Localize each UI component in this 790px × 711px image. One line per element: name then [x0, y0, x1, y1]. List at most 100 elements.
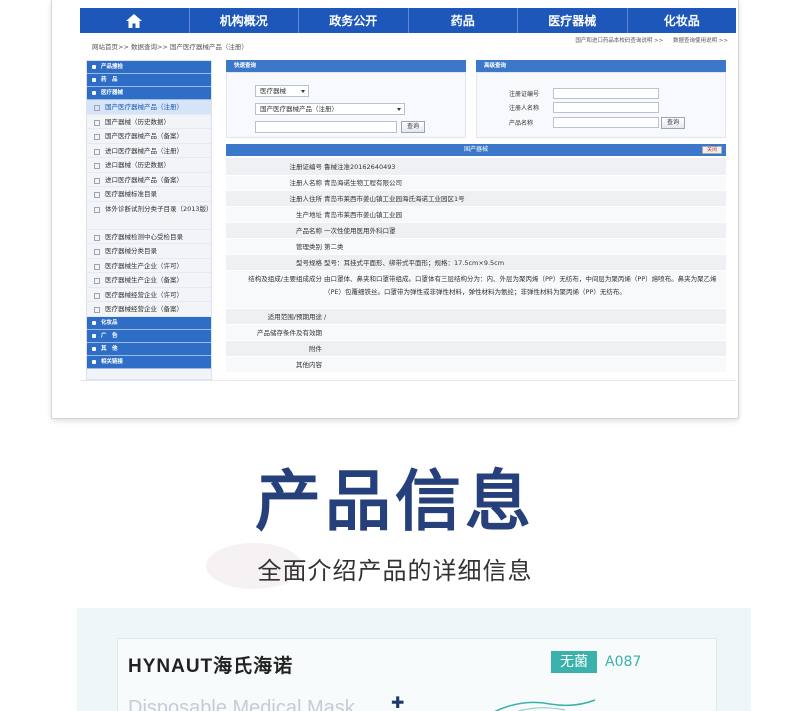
- table-row: 适用范围/预期用途 /: [226, 309, 726, 325]
- sidebar-item-import-filing[interactable]: 进口医疗器械产品（备案）: [87, 173, 211, 187]
- product-code: A087: [605, 654, 642, 670]
- subcategory-select-value: 国产医疗器械产品（注册）: [260, 105, 338, 113]
- sidebar-cat-cosmetics[interactable]: 化妆品: [87, 316, 211, 330]
- sidebar-item-domestic-filing[interactable]: 国产医疗器械产品（备案）: [87, 129, 211, 144]
- table-row: 附件: [226, 341, 726, 357]
- row-label: 附件: [309, 345, 322, 353]
- advanced-search-button[interactable]: 查询: [661, 117, 685, 129]
- sidebar-item-classification[interactable]: 医疗器械分类目录: [87, 244, 211, 259]
- row-label: 管理类别: [296, 243, 322, 251]
- row-value: 青岛市莱西市姜山镇工业园海氏海诺工业园区1号: [324, 195, 465, 203]
- sidebar-item-domestic-reg[interactable]: 国产医疗器械产品（注册）: [87, 100, 211, 115]
- row-value: 青岛市莱西市姜山镇工业园: [324, 211, 402, 219]
- data-query-help-link[interactable]: 数据查询使用说明 >>: [673, 38, 728, 44]
- product-name-label: 产品名称: [509, 120, 534, 127]
- row-value: [324, 357, 726, 372]
- sidebar-item-import-history[interactable]: 进口器械（历史数据）: [87, 158, 211, 173]
- sidebar-item-import-reg[interactable]: 进口医疗器械产品（注册）: [87, 144, 211, 158]
- sidebar-item-mfg-license[interactable]: 医疗器械生产企业（许可）: [87, 259, 211, 273]
- advanced-search-panel: 注册证编号 注册人名称 产品名称 查询: [476, 72, 726, 138]
- table-row: 结构及组成/主要组成成分 由口罩体、鼻夹和口罩带组成。口罩体有三层结构分为：内、…: [226, 271, 726, 309]
- website-content: 机构概况 政务公开 药品 医疗器械 化妆品 国产和进口药品本校码查询说明 >> …: [80, 8, 736, 380]
- row-value: 型号：耳挂式平面形、绑带式平面形；规格：17.5cm×9.5cm: [324, 259, 505, 267]
- category-select[interactable]: 医疗器械: [255, 85, 309, 97]
- section-title: 产品信息: [255, 463, 535, 540]
- quick-search-button[interactable]: 查询: [401, 121, 425, 133]
- nav-home[interactable]: [80, 8, 190, 33]
- registrant-label: 注册人名称: [509, 105, 540, 112]
- row-value: 青岛海诺生物工程有限公司: [324, 179, 402, 187]
- row-value: 鲁械注准20162640493: [324, 163, 396, 171]
- sidebar: 产品搜检 药 品 医疗器械 国产医疗器械产品（注册） 国产器械（历史数据） 国产…: [86, 60, 212, 380]
- page: 机构概况 政务公开 药品 医疗器械 化妆品 国产和进口药品本校码查询说明 >> …: [0, 0, 790, 711]
- divider: [80, 380, 736, 381]
- sidebar-cat-links[interactable]: 相关链接: [87, 355, 211, 369]
- sidebar-cat-devices[interactable]: 医疗器械: [87, 87, 211, 100]
- table-row: 产品储存条件及有效期: [226, 325, 726, 341]
- sidebar-item-standards[interactable]: 医疗器械标准目录: [87, 187, 211, 202]
- category-select-value: 医疗器械: [260, 87, 286, 95]
- chevron-down-icon: [301, 90, 305, 93]
- row-label: 注册人住所: [289, 195, 323, 203]
- plus-icon: ✚: [391, 693, 405, 711]
- sidebar-cat-other[interactable]: 其 他: [87, 342, 211, 356]
- reg-number-label: 注册证编号: [509, 91, 540, 98]
- sidebar-item-mfg-filing[interactable]: 医疗器械生产企业（备案）: [87, 273, 211, 288]
- detail-title: 国产器械: [463, 146, 488, 153]
- nav-item-devices[interactable]: 医疗器械: [518, 8, 628, 33]
- website-screenshot: 机构概况 政务公开 药品 医疗器械 化妆品 国产和进口药品本校码查询说明 >> …: [52, 0, 738, 418]
- section-subtitle: 全面介绍产品的详细信息: [257, 557, 533, 585]
- row-label: 型号规格: [296, 259, 322, 267]
- row-value: [324, 341, 726, 356]
- sidebar-item-testing-center[interactable]: 医疗器械检测中心受检目录: [87, 230, 211, 244]
- row-label: 注册人名称: [289, 179, 323, 187]
- row-value: 第二类: [324, 243, 344, 251]
- sterile-badge: 无菌: [551, 651, 597, 673]
- quick-search-header: 快速查询: [226, 60, 466, 72]
- home-icon: [126, 13, 143, 28]
- nav-item-cosmetics[interactable]: 化妆品: [628, 8, 737, 33]
- top-links: 国产和进口药品本校码查询说明 >> 数据查询使用说明 >>: [567, 36, 728, 44]
- row-value: [324, 325, 726, 340]
- sidebar-item-ivd-catalog[interactable]: 体外诊断试剂分类子目录（2013版）: [87, 202, 211, 230]
- table-row: 注册人住所 青岛市莱西市姜山镇工业园海氏海诺工业园区1号: [226, 191, 726, 207]
- row-label: 其他内容: [296, 361, 322, 369]
- row-label: 生产地址: [296, 211, 322, 219]
- detail-table: 注册证编号 鲁械注准20162640493 注册人名称 青岛海诺生物工程有限公司…: [226, 158, 726, 373]
- row-label: 产品名称: [296, 227, 322, 235]
- reg-number-input[interactable]: [553, 88, 659, 99]
- nav-item-drugs[interactable]: 药品: [409, 8, 518, 33]
- sidebar-item-dist-filing[interactable]: 医疗器械经营企业（备案）: [87, 302, 211, 317]
- table-row: 生产地址 青岛市莱西市姜山镇工业园: [226, 207, 726, 223]
- quick-search-panel: 医疗器械 国产医疗器械产品（注册） 查询: [226, 72, 466, 138]
- chevron-down-icon: [397, 108, 401, 111]
- table-row: 注册证编号 鲁械注准20162640493: [226, 158, 726, 176]
- nav-item-org[interactable]: 机构概况: [190, 8, 299, 33]
- mask-illustration-icon: [494, 699, 596, 711]
- row-label: 注册证编号: [289, 163, 323, 171]
- registrant-input[interactable]: [553, 102, 659, 113]
- nav-item-gov[interactable]: 政务公开: [299, 8, 409, 33]
- sidebar-cat-ads[interactable]: 广 告: [87, 329, 211, 343]
- sidebar-cat-products[interactable]: 产品搜检: [87, 61, 211, 74]
- row-value: 一次性使用医用外科口罩: [324, 227, 396, 235]
- close-button[interactable]: 关闭: [701, 146, 722, 154]
- table-row: 型号规格 型号：耳挂式平面形、绑带式平面形；规格：17.5cm×9.5cm: [226, 255, 726, 271]
- row-value: 由口罩体、鼻夹和口罩带组成。口罩体有三层结构分为：内、外层为聚丙烯（PP）无纺布…: [324, 275, 717, 296]
- product-name-input[interactable]: [553, 117, 659, 128]
- row-label: 适用范围/预期用途: [267, 313, 322, 321]
- product-name-en: Disposable Medical Mask: [128, 697, 355, 711]
- sidebar-item-dist-license[interactable]: 医疗器械经营企业（许可）: [87, 288, 211, 302]
- sidebar-item-domestic-history[interactable]: 国产器械（历史数据）: [87, 115, 211, 129]
- table-row: 注册人名称 青岛海诺生物工程有限公司: [226, 176, 726, 191]
- advanced-search-header: 高级查询: [476, 60, 726, 72]
- breadcrumb[interactable]: 网站首页>> 数据查询>> 国产医疗器械产品（注册）: [92, 41, 248, 51]
- top-navigation: 机构概况 政务公开 药品 医疗器械 化妆品: [80, 8, 736, 33]
- table-row: 其他内容: [226, 357, 726, 373]
- row-label: 结构及组成/主要组成成分: [248, 275, 322, 283]
- quick-search-input[interactable]: [255, 121, 397, 133]
- sidebar-cat-drugs[interactable]: 药 品: [87, 74, 211, 87]
- drug-code-help-link[interactable]: 国产和进口药品本校码查询说明 >>: [575, 38, 663, 44]
- brand-logo: HYNAUT海氏海诺: [128, 656, 294, 677]
- subcategory-select[interactable]: 国产医疗器械产品（注册）: [255, 103, 405, 115]
